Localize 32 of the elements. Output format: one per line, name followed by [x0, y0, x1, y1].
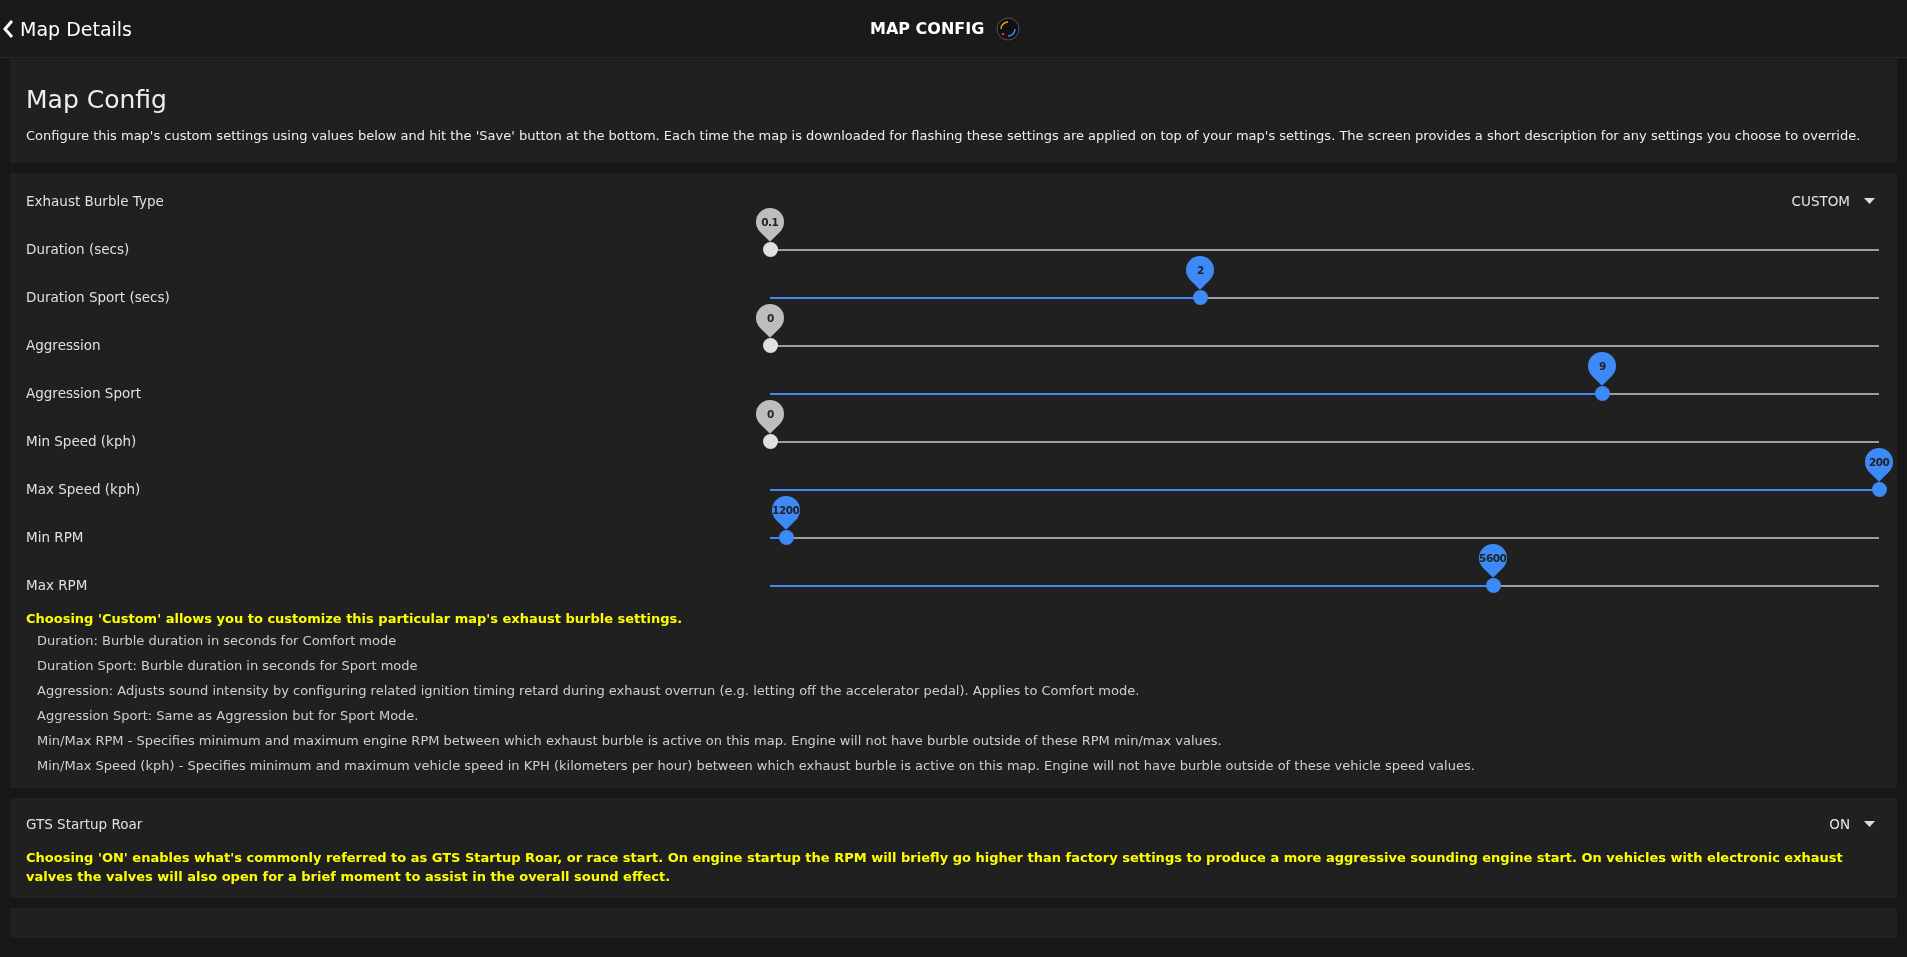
slider-thumb[interactable] [1872, 481, 1887, 497]
help-text: Min/Max Speed (kph) - Specifies minimum and maximum vehicle speed in KPH (kilometers per hour) between which exhaust burble is active on this map. Engine will not have burble outside of these vehicle speed values. [36, 757, 1476, 775]
setting-label: Min Speed (kph) [26, 433, 138, 449]
setting-label: Aggression Sport [26, 385, 143, 401]
type-dropdown[interactable]: CUSTOM [1791, 193, 1881, 209]
note-text: Choosing 'Custom' allows you to customize this particular map's exhaust burble settings. [26, 610, 684, 628]
setting-label: GTS Startup Roar [26, 816, 144, 832]
back-link[interactable]: Map Details [0, 17, 132, 40]
help-text: Duration Sport: Burble duration in seconds for Sport mode [36, 657, 419, 675]
page-title: MAP CONFIG [870, 19, 985, 38]
chevron-left-icon [2, 18, 14, 39]
setting-label: Min RPM [26, 529, 85, 545]
note-text: Choosing 'ON' enables what's commonly referred to as GTS Startup Roar, or race start. On engine startup the RPM will briefly go higher than factory settings to produce a more aggressive sounding engine start. On vehicles with electronic exhaust valves the valves will also open for a brief moment to assist in the overall sound effect. [26, 849, 1844, 886]
startup-dropdown[interactable]: ON [1829, 816, 1881, 832]
help-text: Aggression: Adjusts sound intensity by configuring related ignition timing retard during exhaust overrun (e.g. letting off the accelerator pedal). Applies to Comfort mode. [36, 682, 1141, 700]
setting-label: Max RPM [26, 577, 89, 593]
section-title: Map Config [26, 85, 168, 114]
help-text: Duration: Burble duration in seconds for Comfort mode [36, 632, 398, 650]
help-text: Min/Max RPM - Specifies minimum and maximum engine RPM between which exhaust burble is active on this map. Engine will not have burble outside of these RPM min/max values. [36, 732, 1223, 750]
dropdown-caret-icon [1864, 198, 1875, 204]
setting-label: Duration (secs) [26, 241, 131, 257]
dropdown-caret-icon [1864, 821, 1875, 827]
logo-icon [996, 16, 1021, 41]
slider-thumb[interactable] [763, 337, 778, 353]
setting-label: Exhaust Burble Type [26, 193, 165, 209]
help-text: Aggression Sport: Same as Aggression but for Sport Mode. [36, 707, 420, 725]
description-text: Configure this map's custom settings using values below and hit the 'Save' button at the bottom. Each time the map is downloaded for flashing these settings are applied on top of your map's settings. The screen provides a short description for any settings you choose to override. [26, 128, 1862, 143]
setting-label: Max Speed (kph) [26, 481, 142, 497]
slider-thumb[interactable] [763, 433, 778, 449]
setting-label: Aggression [26, 337, 102, 353]
slider-thumb[interactable] [763, 241, 778, 257]
setting-label: Duration Sport (secs) [26, 289, 171, 305]
